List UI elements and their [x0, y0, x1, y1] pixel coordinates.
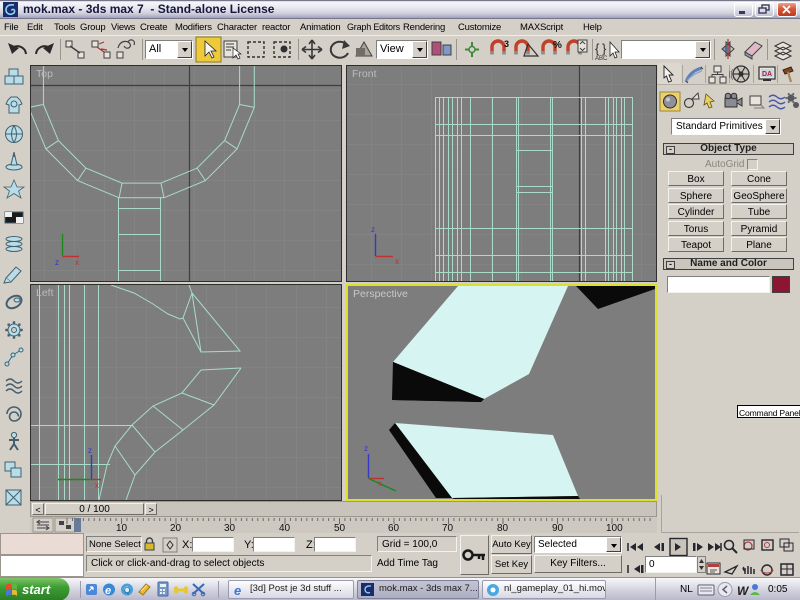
svg-text:DA: DA — [762, 71, 772, 78]
svg-text:60: 60 — [388, 523, 400, 533]
svg-text:20: 20 — [170, 523, 182, 533]
svg-text:{ }: { } — [595, 41, 607, 56]
svg-text:ABC: ABC — [595, 56, 608, 62]
svg-text:e: e — [234, 583, 241, 597]
svg-text:x: x — [75, 258, 79, 267]
svg-text:x: x — [395, 257, 399, 266]
svg-text:z: z — [371, 225, 375, 234]
svg-text:Q: Q — [124, 586, 130, 595]
svg-text:40: 40 — [279, 523, 291, 533]
svg-text:x: x — [95, 481, 99, 490]
svg-text:%: % — [553, 40, 562, 51]
svg-text:z: z — [55, 258, 59, 267]
svg-text:z: z — [364, 444, 368, 453]
svg-text:90: 90 — [552, 523, 564, 533]
svg-text:start: start — [22, 582, 51, 597]
svg-text:z: z — [88, 446, 92, 455]
svg-text:3: 3 — [504, 39, 509, 49]
svg-text:e: e — [105, 585, 111, 597]
svg-text:x: x — [378, 479, 382, 488]
svg-text:50: 50 — [334, 523, 346, 533]
svg-text:70: 70 — [442, 523, 454, 533]
svg-text:80: 80 — [497, 523, 509, 533]
svg-text:30: 30 — [224, 523, 236, 533]
svg-text:10: 10 — [116, 523, 128, 533]
svg-text:100: 100 — [606, 523, 623, 533]
svg-text:W: W — [737, 584, 750, 598]
